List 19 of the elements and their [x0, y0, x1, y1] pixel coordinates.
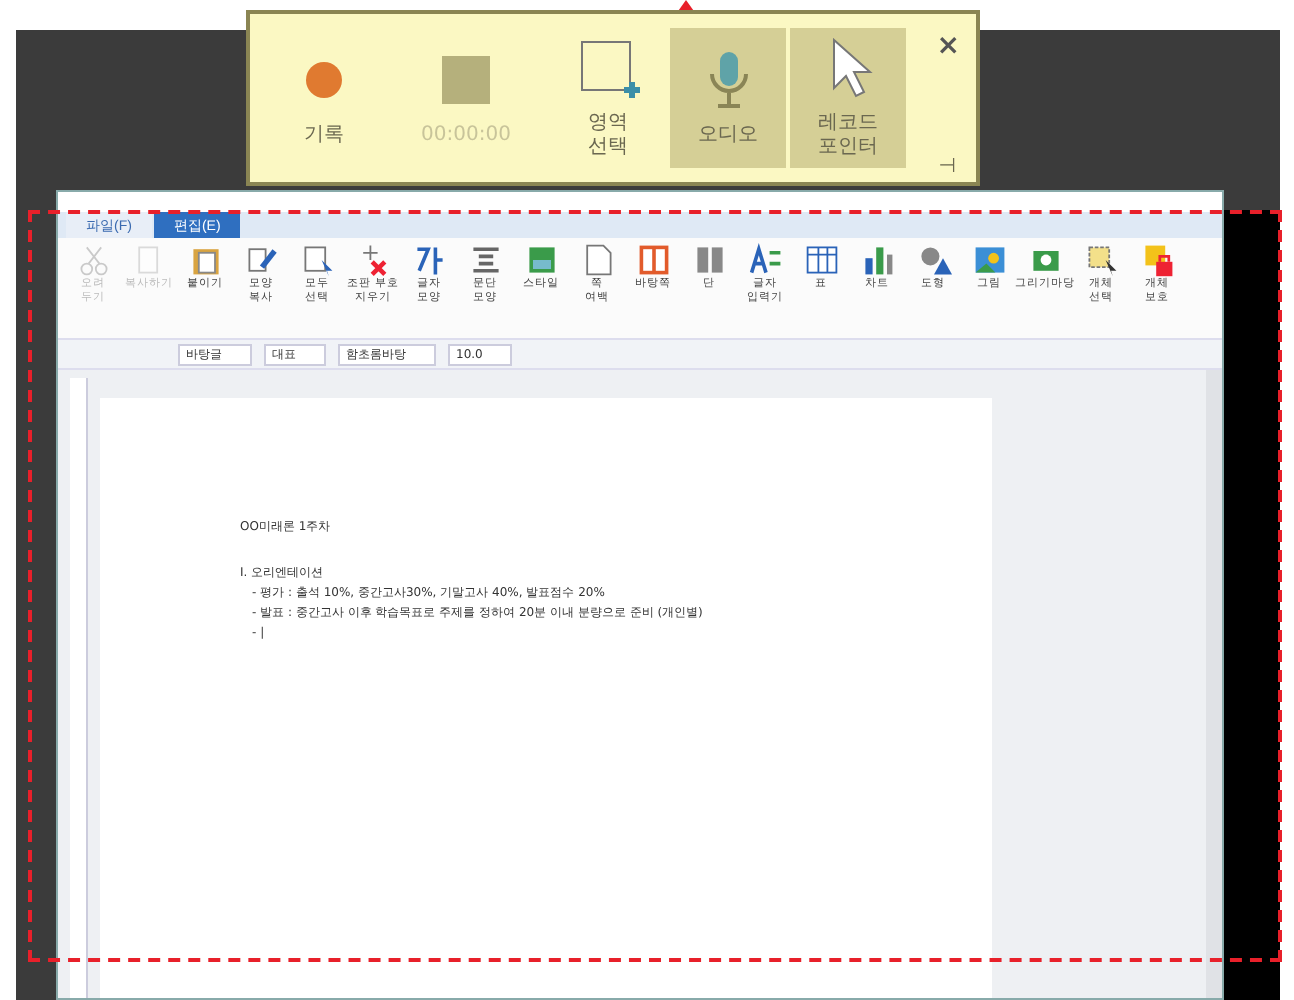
lines-icon [467, 242, 503, 278]
area-select-icon [577, 37, 639, 99]
pin-button[interactable]: ⊣ [938, 156, 956, 178]
scissors-icon [75, 242, 111, 278]
shapes-icon [915, 242, 951, 278]
letter-icon [411, 242, 447, 278]
close-button[interactable]: × [936, 30, 960, 62]
lock-icon [1139, 242, 1175, 278]
scrollbar[interactable] [1206, 370, 1222, 998]
picture-icon [971, 242, 1007, 278]
cursor-select-icon [1083, 242, 1119, 278]
recorder-button[interactable]: 레코드 포인터 [790, 28, 906, 168]
letter-icon [747, 242, 783, 278]
bar-chart-icon [859, 242, 895, 278]
style-icon [523, 242, 559, 278]
recorder-button[interactable]: 오디오 [670, 28, 786, 168]
recorder-button[interactable]: 기록 [266, 28, 382, 168]
recorder-button[interactable]: 영역 선택 [550, 28, 666, 168]
columns-icon [691, 242, 727, 278]
